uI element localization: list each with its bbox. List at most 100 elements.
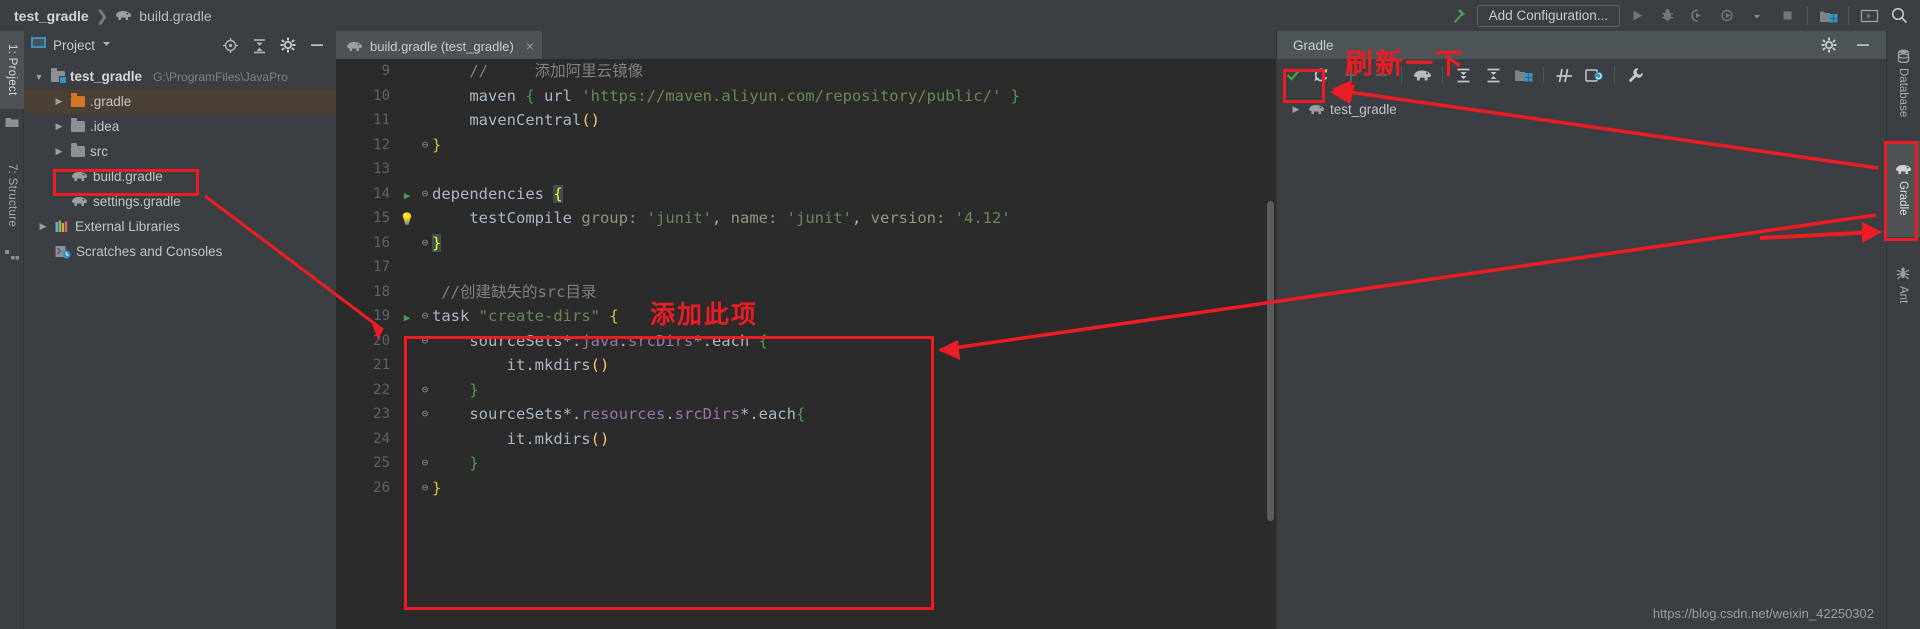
code-line[interactable]: 12 ⊖} [336, 133, 1276, 158]
code-line[interactable]: 24 it.mkdirs() [336, 427, 1276, 452]
tree-row[interactable]: ▶ .idea [24, 114, 336, 139]
code-line[interactable]: 10 maven { url 'https://maven.aliyun.com… [336, 84, 1276, 109]
ide-window: test_gradle ❯ build.gradle Add Configura… [0, 0, 1920, 629]
settings-gear-icon[interactable] [1816, 32, 1842, 58]
line-number: 24 [373, 430, 390, 447]
editor-tab-build-gradle[interactable]: build.gradle (test_gradle) × [336, 31, 542, 59]
gradle-tab-row: Gradle [1277, 31, 1886, 59]
sidebar-item-structure[interactable]: 7: Structure [0, 149, 24, 243]
stop-icon[interactable] [1774, 3, 1800, 29]
chevron-right-icon[interactable]: ▶ [52, 121, 66, 132]
toggle-offline-icon[interactable] [1550, 62, 1578, 88]
run-icon[interactable] [1624, 3, 1650, 29]
run-with-coverage-icon[interactable] [1684, 3, 1710, 29]
attach-gradle-project-icon[interactable] [1509, 62, 1537, 88]
code-line[interactable]: 21 it.mkdirs() [336, 353, 1276, 378]
hide-icon[interactable] [1850, 32, 1876, 58]
editor-scrollbar[interactable] [1267, 201, 1274, 521]
chevron-right-icon[interactable]: ▶ [36, 221, 50, 232]
code-text: mavenCentral() [432, 111, 600, 129]
chevron-right-icon[interactable]: ▶ [1289, 104, 1303, 115]
expand-all-icon[interactable] [1449, 62, 1477, 88]
project-structure-icon[interactable] [1815, 3, 1841, 29]
code-line[interactable]: 18 //创建缺失的src目录 [336, 280, 1276, 305]
tab-gradle[interactable]: Gradle [1277, 31, 1350, 59]
terminal-icon[interactable] [1856, 3, 1882, 29]
gradle-settings-wrench-icon[interactable] [1621, 62, 1649, 88]
debug-icon[interactable] [1654, 3, 1680, 29]
chevron-down-icon[interactable] [101, 36, 112, 54]
code-fold-icon[interactable]: ⊖ [418, 451, 432, 476]
code-line[interactable]: 19 ▶ ⊖ task "create-dirs" { [336, 304, 1276, 329]
sidebar-item-ant[interactable]: Ant [1886, 249, 1920, 321]
code-line[interactable]: 16 ⊖} [336, 231, 1276, 256]
chevron-right-icon[interactable]: ▶ [52, 96, 66, 107]
tree-item-label: src [90, 144, 108, 159]
gradle-tab-label: Gradle [1293, 37, 1334, 53]
chevron-down-icon[interactable] [1744, 3, 1770, 29]
code-line[interactable]: 13 [336, 157, 1276, 182]
execute-gradle-task-icon[interactable] [1408, 62, 1436, 88]
code-fold-icon[interactable]: ⊖ [418, 378, 432, 403]
close-icon[interactable]: × [526, 38, 534, 54]
code-line[interactable]: 25 ⊖ } [336, 451, 1276, 476]
settings-gear-icon[interactable] [275, 32, 301, 58]
tree-row[interactable]: ▶ .gradle [24, 89, 336, 114]
code-line[interactable]: 20 ⊖ sourceSets*.java.srcDirs*.each { [336, 329, 1276, 354]
build-hammer-icon[interactable] [1447, 3, 1473, 29]
breadcrumb-file[interactable]: build.gradle [139, 8, 211, 24]
code-line[interactable]: 23 ⊖ sourceSets*.resources.srcDirs*.each{ [336, 402, 1276, 427]
run-gutter-icon[interactable]: ▶ [398, 182, 416, 209]
collapse-all-icon[interactable] [246, 32, 272, 58]
add-gradle-project-icon[interactable] [1337, 62, 1365, 88]
code-fold-icon[interactable]: ⊖ [418, 329, 432, 354]
code-fold-icon[interactable]: ⊖ [418, 182, 432, 207]
gradle-tree-row[interactable]: ▶ test_gradle [1277, 97, 1886, 122]
code-fold-icon[interactable]: ⊖ [418, 133, 432, 158]
line-number: 25 [373, 455, 390, 471]
gradle-elephant-icon [115, 9, 132, 22]
code-text: // 添加阿里云镜像 [469, 62, 644, 80]
tree-row-build-gradle[interactable]: build.gradle [24, 164, 336, 189]
code-text: it.mkdirs() [432, 356, 610, 374]
libraries-icon [55, 220, 70, 233]
sidebar-item-project[interactable]: 1: Project [0, 31, 24, 109]
tree-row[interactable]: ▼ test_gradle G:\ProgramFiles\JavaPro [24, 64, 336, 89]
tree-item-label: Scratches and Consoles [76, 244, 223, 259]
tree-row[interactable]: Scratches and Consoles [24, 239, 336, 264]
sidebar-item-gradle[interactable]: Gradle [1886, 141, 1920, 237]
code-editor[interactable]: 9 // 添加阿里云镜像 10 maven { url 'https://mave… [336, 59, 1276, 629]
sidebar-item-database[interactable]: Database [1886, 35, 1920, 131]
add-configuration-button[interactable]: Add Configuration... [1476, 4, 1620, 27]
tree-row[interactable]: ▶ External Libraries [24, 214, 336, 239]
code-line[interactable]: 11 mavenCentral() [336, 108, 1276, 133]
intention-bulb-icon[interactable]: 💡 [398, 206, 416, 232]
search-everywhere-icon[interactable] [1886, 3, 1912, 29]
code-line[interactable]: 17 [336, 255, 1276, 280]
code-fold-icon[interactable]: ⊖ [418, 476, 432, 501]
code-fold-icon[interactable]: ⊖ [418, 402, 432, 427]
chevron-right-icon[interactable]: ▶ [52, 146, 66, 157]
code-fold-icon[interactable]: ⊖ [418, 231, 432, 256]
refresh-reload-gradle-project-icon[interactable] [1307, 62, 1335, 88]
collapse-all-icon[interactable] [1479, 62, 1507, 88]
remove-gradle-project-icon[interactable] [1367, 62, 1395, 88]
code-line[interactable]: 14 ▶ ⊖ dependencies { [336, 182, 1276, 207]
chevron-down-icon[interactable]: ▼ [32, 72, 46, 82]
code-line[interactable]: 15 💡 testCompile group: 'junit', name: 'j… [336, 206, 1276, 231]
run-gutter-icon[interactable]: ▶ [398, 304, 416, 331]
breadcrumb-project[interactable]: test_gradle [14, 8, 89, 24]
tree-row[interactable]: ▶ src [24, 139, 336, 164]
tree-row[interactable]: settings.gradle [24, 189, 336, 214]
code-line[interactable]: 9 // 添加阿里云镜像 [336, 59, 1276, 84]
locate-icon[interactable] [217, 32, 243, 58]
hide-icon[interactable] [304, 32, 330, 58]
code-fold-icon[interactable]: ⊖ [418, 304, 432, 329]
code-line[interactable]: 26 ⊖} [336, 476, 1276, 501]
code-line[interactable]: 22 ⊖ } [336, 378, 1276, 403]
gradle-tab-label-vertical: Gradle [1897, 180, 1909, 216]
show-dependencies-icon[interactable] [1580, 62, 1608, 88]
line-number: 21 [373, 357, 390, 373]
profiler-icon[interactable] [1714, 3, 1740, 29]
editor-area: build.gradle (test_gradle) × 9 // 添加阿里云镜… [336, 31, 1276, 629]
